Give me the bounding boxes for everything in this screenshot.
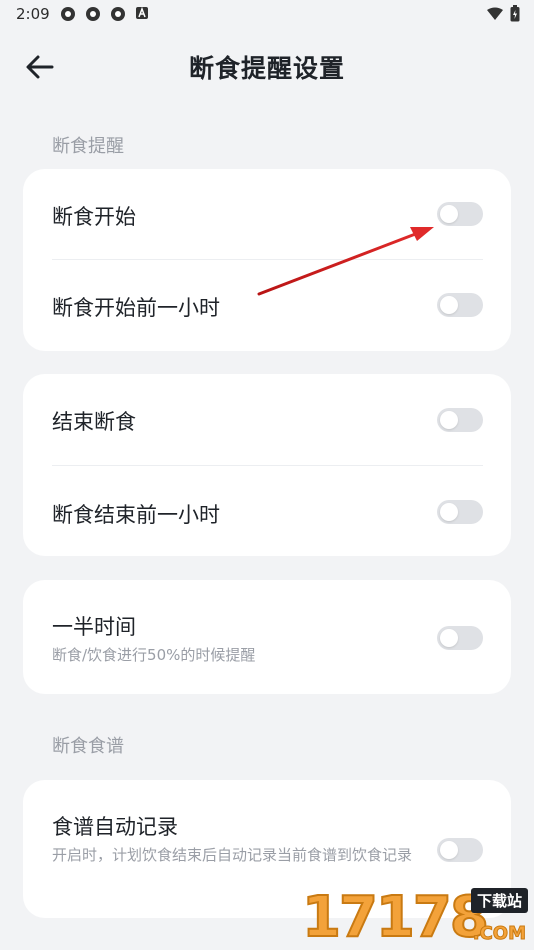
wifi-icon xyxy=(486,7,504,25)
watermark-digits: 17178 xyxy=(301,885,490,950)
status-bar: 2:09 xyxy=(0,0,534,28)
row-label: 断食开始前一小时 xyxy=(52,296,220,320)
battery-icon xyxy=(510,5,520,26)
card-fasting-end: 结束断食 断食结束前一小时 xyxy=(23,374,511,556)
toggle-fasting-end[interactable] xyxy=(437,408,483,432)
row-label: 食谱自动记录 xyxy=(52,815,178,839)
section-label-fasting-reminder: 断食提醒 xyxy=(52,136,124,157)
row-fasting-end-1h[interactable]: 断食结束前一小时 xyxy=(23,465,511,556)
row-fasting-start[interactable]: 断食开始 xyxy=(23,169,511,260)
app-icon xyxy=(85,6,101,22)
toggle-knob xyxy=(440,205,458,223)
app-icon xyxy=(110,6,126,22)
toggle-recipe-auto-record[interactable] xyxy=(437,838,483,862)
app-icon xyxy=(60,6,76,22)
card-fasting-start: 断食开始 断食开始前一小时 xyxy=(23,169,511,351)
row-description: 开启时，计划饮食结束后自动记录当前食谱到饮食记录 xyxy=(52,846,413,864)
toggle-knob xyxy=(440,629,458,647)
row-label: 断食开始 xyxy=(52,205,136,229)
section-label-fasting-recipe: 断食食谱 xyxy=(52,736,124,757)
back-button[interactable] xyxy=(20,50,60,84)
card-half-time: 一半时间 断食/饮食进行50%的时候提醒 xyxy=(23,580,511,694)
row-label: 结束断食 xyxy=(52,410,136,434)
toggle-fasting-end-1h[interactable] xyxy=(437,500,483,524)
status-time: 2:09 xyxy=(16,5,50,23)
header: 断食提醒设置 xyxy=(0,38,534,96)
toggle-fasting-start-1h[interactable] xyxy=(437,293,483,317)
row-fasting-end[interactable]: 结束断食 xyxy=(23,374,511,465)
toggle-half-time[interactable] xyxy=(437,626,483,650)
row-fasting-start-1h[interactable]: 断食开始前一小时 xyxy=(23,260,511,351)
toggle-knob xyxy=(440,503,458,521)
watermark-logo: 17178 下载站 .COM xyxy=(301,884,530,950)
page-title: 断食提醒设置 xyxy=(188,54,345,83)
status-right xyxy=(486,5,520,26)
row-label: 断食结束前一小时 xyxy=(52,503,220,527)
toggle-knob xyxy=(440,841,458,859)
a-icon xyxy=(135,6,151,22)
watermark-suffix: .COM xyxy=(472,923,526,945)
arrow-left-icon xyxy=(26,55,54,79)
row-description: 断食/饮食进行50%的时候提醒 xyxy=(52,646,256,664)
row-half-time[interactable]: 一半时间 断食/饮食进行50%的时候提醒 xyxy=(23,580,511,694)
row-label: 一半时间 xyxy=(52,615,136,639)
toggle-knob xyxy=(440,411,458,429)
watermark-badge: 下载站 xyxy=(470,888,528,913)
toggle-knob xyxy=(440,296,458,314)
toggle-fasting-start[interactable] xyxy=(437,202,483,226)
